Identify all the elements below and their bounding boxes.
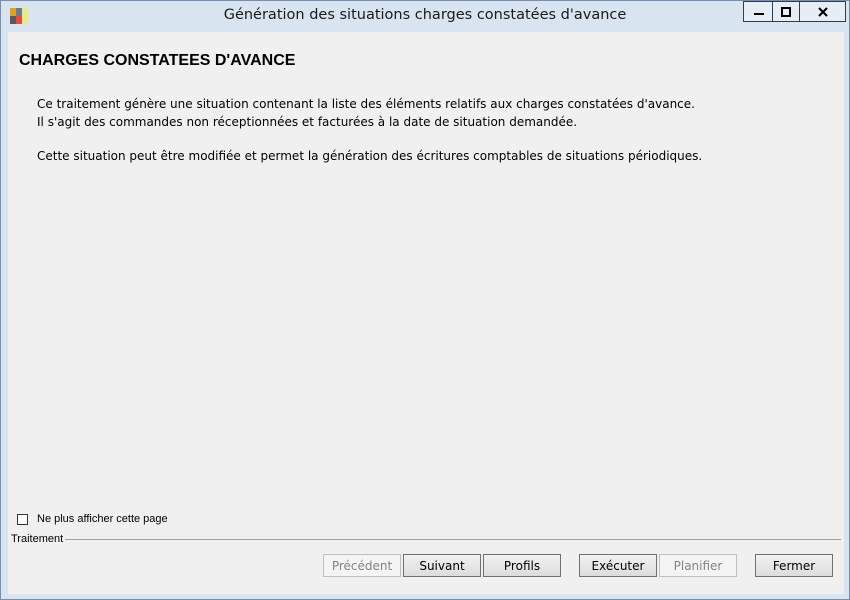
app-window: Génération des situations charges consta… xyxy=(0,0,850,600)
close-icon xyxy=(817,6,828,17)
suivant-button[interactable]: Suivant xyxy=(403,554,481,577)
maximize-button[interactable] xyxy=(772,1,800,22)
maximize-icon xyxy=(781,6,791,17)
window-title: Génération des situations charges consta… xyxy=(223,7,627,23)
hide-page-checkbox[interactable] xyxy=(17,513,28,525)
hide-page-label[interactable]: Ne plus afficher cette page xyxy=(37,513,168,525)
description-line-3: Cette situation peut être modifiée et pe… xyxy=(37,149,703,163)
close-button[interactable] xyxy=(800,1,846,22)
hide-page-option[interactable]: Ne plus afficher cette page xyxy=(17,513,168,525)
executer-button[interactable]: Exécuter xyxy=(579,554,657,577)
minimize-icon xyxy=(753,12,764,15)
fermer-button[interactable]: Fermer xyxy=(755,554,833,577)
profils-button[interactable]: Profils xyxy=(483,554,561,577)
title-bar[interactable]: Génération des situations charges consta… xyxy=(1,1,849,32)
page-heading: CHARGES CONSTATEES D'AVANCE xyxy=(19,52,296,69)
description-line-2: Il s'agit des commandes non réceptionnée… xyxy=(37,115,578,129)
wizard-panel: CHARGES CONSTATEES D'AVANCE Ce traitemen… xyxy=(8,32,844,594)
traitement-group-label: Traitement xyxy=(11,533,64,545)
group-divider xyxy=(65,539,841,540)
minimize-button[interactable] xyxy=(743,1,773,22)
description-line-1: Ce traitement génère une situation conte… xyxy=(37,97,695,111)
precedent-button[interactable]: Précédent xyxy=(323,554,401,577)
planifier-button[interactable]: Planifier xyxy=(659,554,737,577)
